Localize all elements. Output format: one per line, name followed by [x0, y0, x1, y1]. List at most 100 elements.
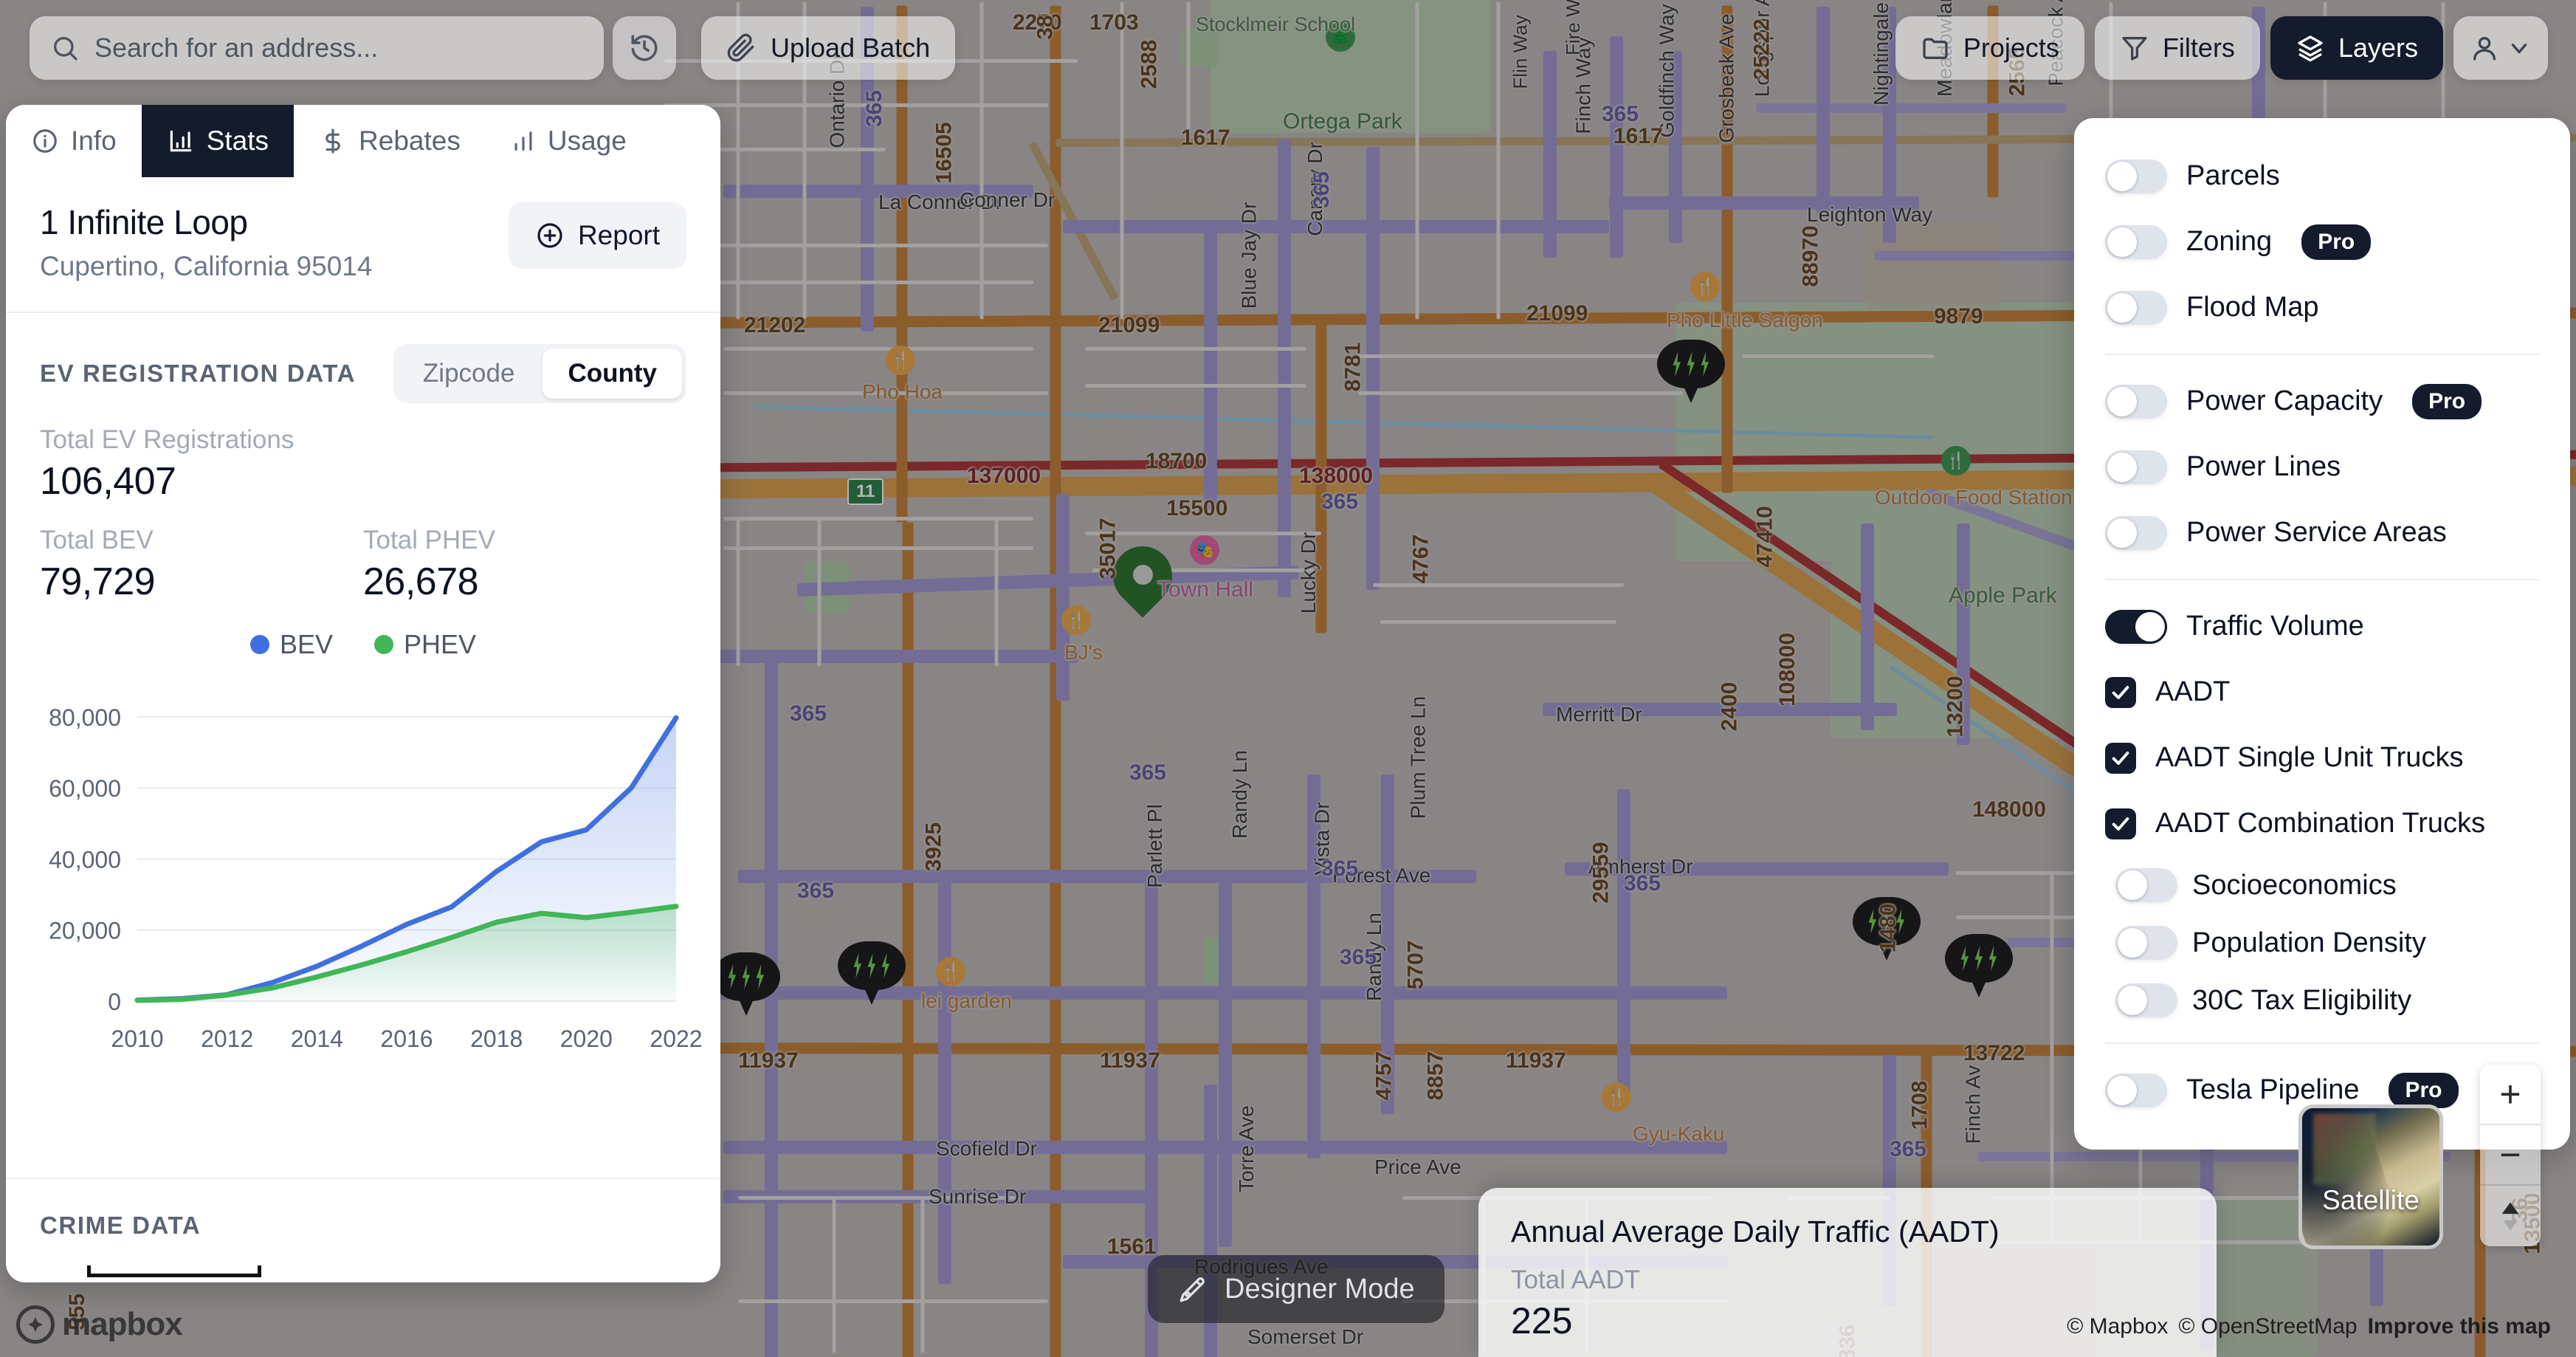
chart-y-tick-label: 60,000 — [49, 775, 121, 802]
food-station-poi-icon: 🍴 — [1941, 446, 1971, 475]
traffic-volume-label: 1703 — [1089, 10, 1139, 35]
layer-label: Socioeconomics — [2192, 869, 2397, 901]
basemap-satellite-toggle[interactable]: Satellite — [2298, 1105, 2443, 1249]
property-details-panel: Info Stats Rebates Usage 1 Infinite Loop… — [6, 105, 720, 1282]
layer-row-power-capacity[interactable]: Power Capacity Pro — [2105, 368, 2539, 434]
layer-toggle-power-service-areas[interactable] — [2105, 515, 2167, 550]
map-label: Pho Little Saigon — [1667, 309, 1823, 331]
layer-row-aadt-single-unit-trucks[interactable]: AADT Single Unit Trucks — [2105, 725, 2539, 791]
layer-checkbox-aadt-single-unit-trucks[interactable] — [2105, 742, 2136, 774]
ev-charger-marker[interactable] — [1945, 934, 2013, 1000]
layer-label: AADT — [2155, 676, 2231, 707]
traffic-volume-label: 2588 — [1137, 39, 1162, 89]
layer-row-aadt-combination-trucks[interactable]: AADT Combination Trucks — [2105, 791, 2539, 856]
tab-usage-label: Usage — [547, 126, 627, 156]
map-label: Nightingale Ave — [1870, 0, 1893, 106]
search-input[interactable]: Search for an address... — [30, 16, 604, 80]
restaurant-poi-icon: 🍴 — [1061, 605, 1091, 635]
mapbox-logo[interactable]: mapbox — [16, 1305, 183, 1344]
tab-stats-label: Stats — [206, 126, 269, 156]
layer-row-power-lines[interactable]: Power Lines — [2105, 434, 2539, 500]
layer-row-population-density[interactable]: Population Density — [2105, 914, 2539, 972]
paperclip-icon — [726, 33, 756, 63]
chevron-down-icon — [2507, 35, 2532, 61]
crime-section-title: CRIME DATA — [40, 1212, 202, 1239]
search-history-button[interactable] — [613, 16, 676, 80]
tab-stats[interactable]: Stats — [141, 105, 295, 177]
search-placeholder-text: Search for an address... — [94, 32, 379, 63]
map-label: lei garden — [921, 989, 1012, 1012]
layer-row-power-service-areas[interactable]: Power Service Areas — [2105, 500, 2539, 566]
ev-section-header: EV REGISTRATION DATA Zipcode County — [6, 313, 720, 403]
layer-row-flood-map[interactable]: Flood Map — [2105, 275, 2539, 340]
layer-checkbox-aadt-combination-trucks[interactable] — [2105, 808, 2136, 839]
scope-option-county[interactable]: County — [543, 348, 682, 399]
map-label: Town Hall — [1157, 577, 1254, 602]
map-label: Plum Tree Ln — [1406, 695, 1430, 820]
layer-toggle-30c-tax-eligibility[interactable] — [2115, 983, 2177, 1017]
filters-button[interactable]: Filters — [2094, 16, 2260, 80]
ev-charger-marker[interactable] — [712, 952, 780, 1019]
traffic-volume-label: 365 — [797, 879, 835, 903]
chart-y-tick-label: 20,000 — [49, 918, 121, 944]
traffic-volume-label: 3925 — [921, 822, 946, 872]
report-button[interactable]: Report — [508, 202, 686, 269]
traffic-volume-label: 137000 — [967, 464, 1041, 488]
attribution-mapbox[interactable]: © Mapbox — [2067, 1314, 2168, 1339]
layer-row-socioeconomics[interactable]: Socioeconomics — [2105, 856, 2539, 914]
map-label: Flin Way — [1509, 15, 1532, 89]
layer-checkbox-aadt[interactable] — [2105, 676, 2136, 708]
layer-row-zoning[interactable]: Zoning Pro — [2105, 209, 2539, 275]
layers-button[interactable]: Layers — [2270, 16, 2443, 80]
ev-charger-marker[interactable] — [838, 941, 906, 1008]
layer-toggle-flood-map[interactable] — [2105, 290, 2167, 325]
chart-x-tick-label: 2016 — [380, 1026, 433, 1052]
scope-segmented-control: Zipcode County — [393, 344, 686, 403]
layer-row-parcels[interactable]: Parcels — [2105, 143, 2539, 209]
search-icon — [50, 33, 80, 63]
attribution-osm[interactable]: © OpenStreetMap — [2178, 1314, 2357, 1339]
layer-toggle-tesla-pipeline[interactable] — [2105, 1073, 2167, 1107]
tab-info[interactable]: Info — [6, 105, 142, 177]
traffic-volume-label: 1708 — [1907, 1080, 1932, 1130]
layer-toggle-population-density[interactable] — [2115, 926, 2177, 960]
metric-total-ev-value: 106,407 — [40, 460, 176, 503]
layer-toggle-power-capacity[interactable] — [2105, 384, 2167, 419]
metric-total-bev: Total BEV 79,729 — [40, 526, 363, 604]
traffic-volume-label: 365 — [1309, 171, 1335, 209]
zoom-out-button[interactable]: − — [2480, 1125, 2541, 1186]
layer-label: Power Capacity — [2186, 385, 2383, 416]
designer-mode-button[interactable]: Designer Mode — [1148, 1255, 1444, 1323]
layer-toggle-traffic-volume[interactable] — [2105, 609, 2167, 644]
traffic-volume-label: 88970 — [1798, 225, 1823, 287]
scope-option-zipcode[interactable]: Zipcode — [398, 348, 540, 399]
layer-row-aadt[interactable]: AADT — [2105, 659, 2539, 725]
mapbox-logo-text: mapbox — [62, 1306, 183, 1342]
traffic-volume-label: 2400 — [1717, 681, 1742, 732]
compass-icon[interactable] — [2480, 1186, 2541, 1246]
ev-charger-marker[interactable] — [1657, 340, 1725, 406]
toggle-knob — [2118, 928, 2147, 958]
info-circle-icon — [31, 127, 59, 155]
chart-x-tick-label: 2020 — [560, 1026, 613, 1052]
tab-usage[interactable]: Usage — [486, 105, 652, 177]
layer-toggle-socioeconomics[interactable] — [2115, 868, 2177, 902]
layer-row-30c-tax-eligibility[interactable]: 30C Tax Eligibility — [2105, 972, 2539, 1029]
traffic-volume-label: 365 — [1321, 856, 1359, 881]
traffic-volume-label: 8857 — [1423, 1051, 1448, 1101]
layer-toggle-zoning[interactable] — [2105, 224, 2167, 259]
tab-rebates[interactable]: Rebates — [294, 105, 486, 177]
projects-button[interactable]: Projects — [1895, 16, 2084, 80]
traffic-volume-label: 1561 — [1107, 1234, 1157, 1259]
layer-toggle-power-lines[interactable] — [2105, 450, 2167, 484]
chart-y-tick-label: 0 — [108, 989, 121, 1015]
upload-batch-button[interactable]: Upload Batch — [701, 16, 956, 80]
account-menu-button[interactable] — [2453, 16, 2548, 80]
mapbox-mark-icon — [16, 1305, 55, 1344]
layer-row-traffic-volume[interactable]: Traffic Volume — [2105, 594, 2539, 659]
aadt-metric-label: Total AADT — [1511, 1265, 1641, 1294]
toggle-knob — [2107, 1075, 2137, 1105]
zoom-in-button[interactable]: + — [2480, 1065, 2541, 1125]
attribution-improve-link[interactable]: Improve this map — [2368, 1314, 2551, 1339]
layer-toggle-parcels[interactable] — [2105, 159, 2167, 193]
